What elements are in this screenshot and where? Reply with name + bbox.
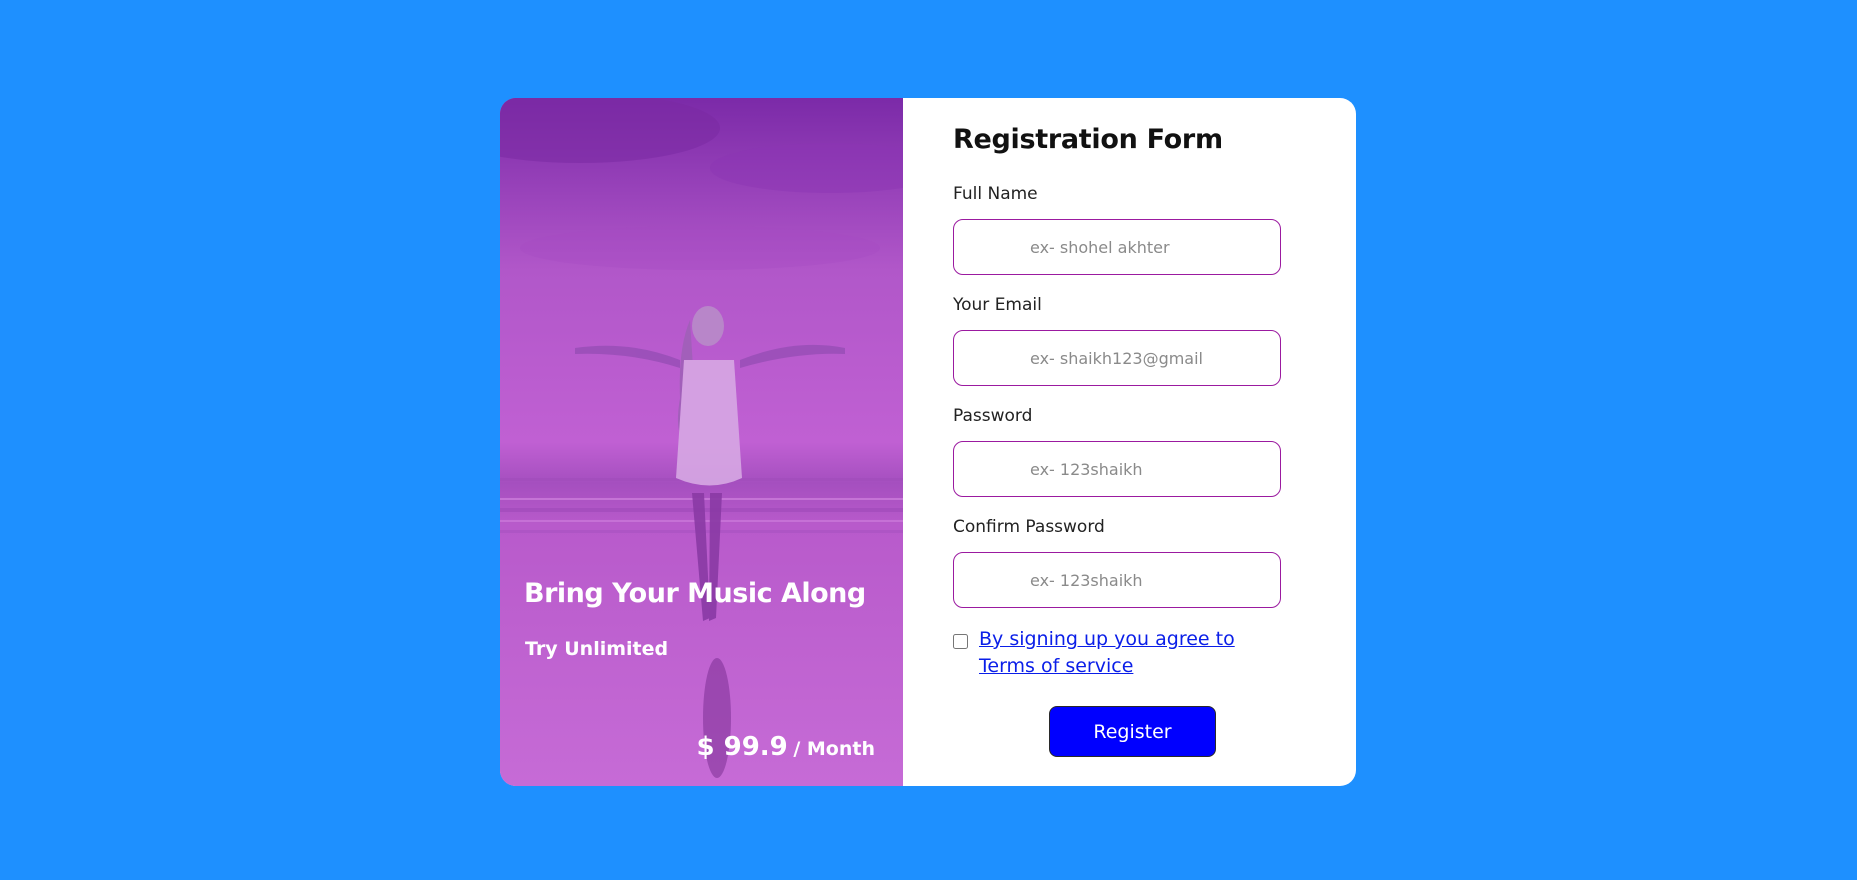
hero-panel: Bring Your Music Along Try Unlimited $ 9… — [500, 98, 903, 786]
confirm-password-input[interactable] — [953, 552, 1281, 608]
email-input[interactable] — [953, 330, 1281, 386]
registration-form: Registration Form Full Name Your Email P… — [903, 98, 1356, 786]
full-name-input[interactable] — [953, 219, 1281, 275]
confirm-password-label: Confirm Password — [953, 517, 1105, 537]
registration-card: Bring Your Music Along Try Unlimited $ 9… — [500, 98, 1356, 786]
password-label: Password — [953, 406, 1033, 426]
register-button[interactable]: Register — [1049, 706, 1216, 757]
terms-link[interactable]: By signing up you agree to Terms of serv… — [979, 626, 1249, 680]
hero-title: Bring Your Music Along — [524, 578, 866, 609]
woman-on-beach-photo — [500, 98, 903, 786]
hero-subtitle: Try Unlimited — [525, 638, 669, 660]
price-tag: $ 99.9 / Month — [696, 732, 875, 762]
terms-checkbox[interactable] — [953, 634, 968, 649]
form-title: Registration Form — [953, 124, 1223, 155]
price-amount: $ 99.9 — [696, 732, 788, 762]
password-input[interactable] — [953, 441, 1281, 497]
email-label: Your Email — [953, 295, 1042, 315]
full-name-label: Full Name — [953, 184, 1038, 204]
terms-row: By signing up you agree to Terms of serv… — [953, 628, 1249, 680]
price-unit: / Month — [793, 738, 875, 760]
